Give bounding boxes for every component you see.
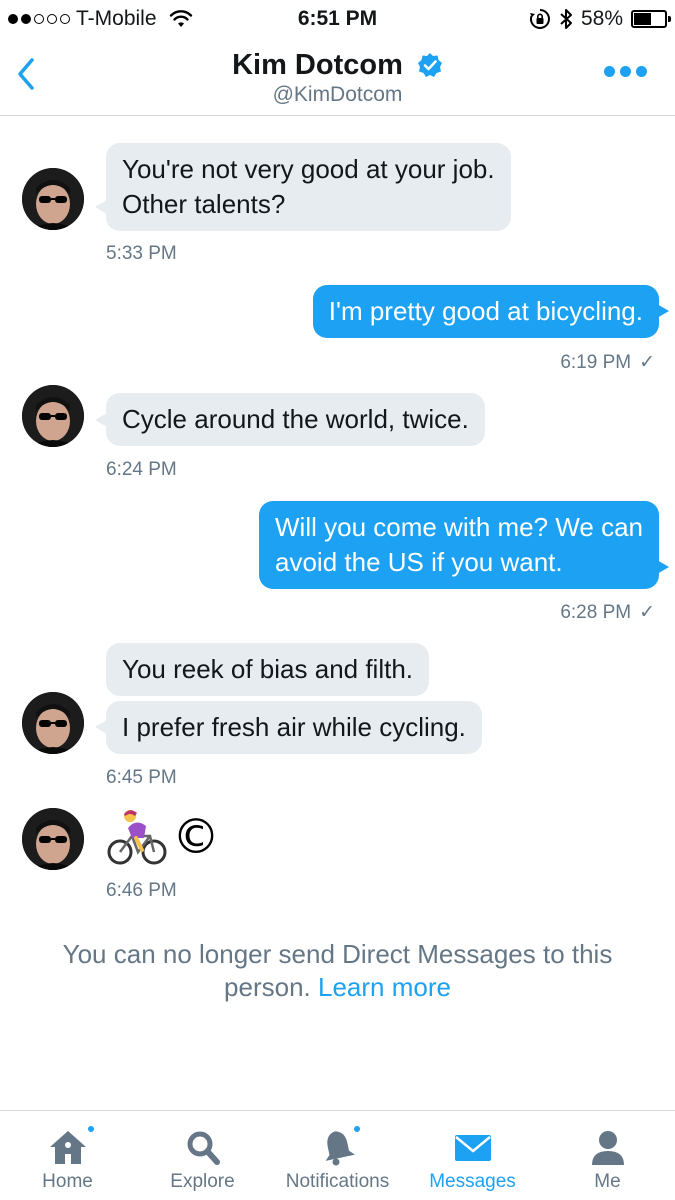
message-timestamp: 6:46 PM — [106, 880, 177, 901]
message-timestamp: 6:24 PM — [106, 459, 177, 480]
tab-bar: Home Explore Notifications Messages Me — [0, 1110, 675, 1200]
message-line: I'm pretty good at bicycling. — [328, 296, 643, 326]
tab-label: Explore — [170, 1171, 235, 1192]
message-time: 6:28 PM — [560, 602, 632, 623]
sent-check-icon: ✓ — [639, 352, 655, 373]
bell-icon — [325, 1131, 355, 1166]
status-right: 58% — [529, 7, 671, 31]
verified-badge-icon — [417, 53, 442, 78]
contact-handle: @KimDotcom — [272, 83, 403, 106]
message-timestamp: 6:28 PM ✓ — [560, 601, 655, 624]
message-line: Other talents? — [122, 189, 286, 219]
home-icon — [49, 1131, 86, 1164]
avatar-image — [22, 808, 84, 870]
emoji-message[interactable]: © — [106, 806, 220, 868]
avatar-image — [22, 692, 84, 754]
dm-disabled-notice: You can no longer send Direct Messages t… — [30, 938, 645, 1004]
avatar-image — [22, 385, 84, 447]
copyright-emoji: © — [172, 809, 220, 865]
message-timestamp: 6:45 PM — [106, 767, 177, 788]
tab-label: Home — [42, 1171, 93, 1192]
more-dot-icon — [620, 66, 631, 77]
conversation-header: Kim Dotcom @KimDotcom — [0, 38, 675, 116]
contact-name: Kim Dotcom — [232, 48, 403, 81]
tab-notifications[interactable]: Notifications — [270, 1111, 405, 1200]
message-line: You reek of bias and filth. — [122, 654, 414, 684]
more-options-button[interactable] — [604, 66, 647, 77]
avatar[interactable] — [22, 692, 84, 754]
rotation-lock-icon — [529, 9, 550, 29]
message-line: Cycle around the world, twice. — [122, 404, 469, 434]
sent-check-icon: ✓ — [639, 602, 655, 623]
status-bar: T-Mobile 6:51 PM 58% — [0, 0, 675, 38]
more-dot-icon — [636, 66, 647, 77]
tab-explore[interactable]: Explore — [135, 1111, 270, 1200]
outgoing-message-bubble[interactable]: Will you come with me? We can avoid the … — [259, 501, 659, 589]
person-icon — [591, 1131, 624, 1165]
avatar[interactable] — [22, 808, 84, 870]
message-timestamp: 5:33 PM — [106, 243, 177, 264]
more-dot-icon — [604, 66, 615, 77]
home-badge-dot — [86, 1124, 96, 1134]
tab-label: Me — [594, 1171, 621, 1192]
tab-label: Notifications — [285, 1171, 390, 1192]
tab-me[interactable]: Me — [540, 1111, 675, 1200]
battery-percent: 58% — [580, 7, 623, 30]
message-line: I prefer fresh air while cycling. — [122, 712, 466, 742]
battery-icon — [631, 10, 671, 28]
message-line: avoid the US if you want. — [275, 547, 563, 577]
tab-home[interactable]: Home — [0, 1111, 135, 1200]
search-icon — [187, 1131, 220, 1165]
message-timestamp: 6:19 PM ✓ — [560, 351, 655, 374]
avatar-image — [22, 168, 84, 230]
bluetooth-icon — [560, 9, 572, 29]
avatar[interactable] — [22, 168, 84, 230]
notifications-badge-dot — [352, 1124, 362, 1134]
incoming-message-bubble[interactable]: You're not very good at your job. Other … — [106, 143, 511, 231]
message-line: You're not very good at your job. — [122, 154, 495, 184]
incoming-message-bubble[interactable]: You reek of bias and filth. — [106, 643, 430, 696]
woman-biking-emoji — [107, 810, 167, 865]
incoming-message-bubble[interactable]: Cycle around the world, twice. — [106, 393, 485, 446]
page-title: Kim Dotcom — [0, 48, 675, 82]
battery-fill — [634, 13, 651, 25]
learn-more-link[interactable]: Learn more — [318, 972, 451, 1002]
tab-label: Messages — [429, 1171, 516, 1192]
outgoing-message-bubble[interactable]: I'm pretty good at bicycling. — [312, 285, 659, 338]
avatar[interactable] — [22, 385, 84, 447]
tab-messages[interactable]: Messages — [405, 1111, 540, 1200]
message-time: 6:19 PM — [560, 352, 632, 373]
message-line: Will you come with me? We can — [275, 512, 643, 542]
incoming-message-bubble[interactable]: I prefer fresh air while cycling. — [106, 701, 482, 754]
envelope-icon — [454, 1135, 491, 1161]
